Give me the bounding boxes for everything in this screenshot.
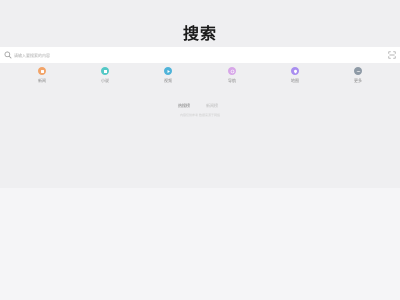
category-label: 小说 bbox=[101, 78, 109, 83]
scan-icon[interactable] bbox=[388, 51, 396, 59]
category-label: 地图 bbox=[291, 78, 299, 83]
category-novel-badge bbox=[101, 67, 109, 75]
more-icon bbox=[356, 70, 360, 72]
category-video[interactable]: 视频 bbox=[156, 67, 180, 83]
category-label: 导航 bbox=[228, 78, 236, 83]
map-icon bbox=[293, 69, 297, 73]
category-nav-badge bbox=[228, 67, 236, 75]
category-more-badge bbox=[354, 67, 362, 75]
search-input[interactable] bbox=[14, 48, 374, 62]
tab-hot-search[interactable]: 热搜榜 bbox=[178, 103, 190, 108]
category-video-badge bbox=[164, 67, 172, 75]
hero-area: 搜索 新闻 小说 视频 bbox=[0, 0, 400, 188]
category-news[interactable]: 新闻 bbox=[30, 67, 54, 83]
tab-news-rank[interactable]: 新闻榜 bbox=[206, 103, 218, 108]
category-nav[interactable]: 导航 bbox=[220, 67, 244, 83]
video-icon bbox=[167, 69, 170, 73]
compass-icon bbox=[230, 69, 234, 73]
search-bar[interactable] bbox=[0, 47, 400, 63]
category-bar: 新闻 小说 视频 导航 地图 更多 bbox=[0, 67, 400, 87]
category-map[interactable]: 地图 bbox=[283, 67, 307, 83]
news-icon bbox=[40, 69, 44, 73]
footnote-text: 内容仅供参考 数据来源于网络 bbox=[180, 113, 220, 117]
category-more[interactable]: 更多 bbox=[346, 67, 370, 83]
category-label: 新闻 bbox=[38, 78, 46, 83]
category-map-badge bbox=[291, 67, 299, 75]
category-novel[interactable]: 小说 bbox=[93, 67, 117, 83]
search-icon[interactable] bbox=[4, 51, 12, 59]
category-news-badge bbox=[38, 67, 46, 75]
category-label: 更多 bbox=[354, 78, 362, 83]
book-icon bbox=[103, 69, 107, 73]
search-logo: 搜索 bbox=[182, 24, 217, 43]
rank-tabs: 热搜榜 新闻榜 bbox=[0, 103, 400, 109]
category-label: 视频 bbox=[164, 78, 172, 83]
